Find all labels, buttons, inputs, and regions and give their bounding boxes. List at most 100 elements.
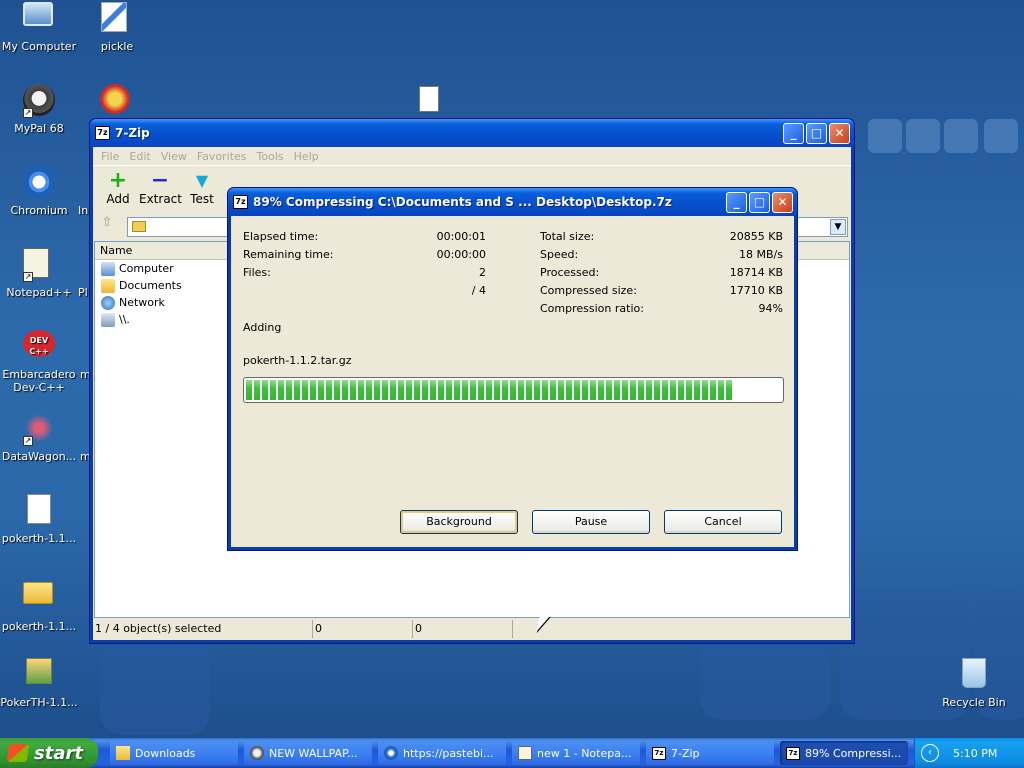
- add-label: Add: [106, 192, 130, 206]
- chromium-icon: [23, 166, 55, 198]
- menu-favorites[interactable]: Favorites: [192, 150, 252, 163]
- remaining-value: 00:00:00: [436, 248, 486, 261]
- desktop-icon-label: MyPal 68: [14, 122, 64, 135]
- minimize-button[interactable]: _: [726, 191, 747, 213]
- menu-bar: File Edit View Favorites Tools Help: [93, 147, 851, 165]
- progress-bar: [243, 377, 784, 403]
- raccoon-icon: [250, 746, 264, 760]
- menu-view[interactable]: View: [156, 150, 192, 163]
- extract-button[interactable]: − Extract: [139, 170, 182, 207]
- desktop-icon-label: pokerth-1.1...: [1, 620, 77, 633]
- desktop-icon-my-computer[interactable]: My Computer: [0, 2, 78, 53]
- notepadpp-icon: ↗: [23, 248, 55, 282]
- datawagon-icon: ↗: [23, 412, 55, 446]
- desktop-icon-devcpp[interactable]: DEV C++ Embarcadero Dev-C++: [0, 330, 78, 394]
- pause-button[interactable]: Pause: [532, 510, 650, 534]
- menu-tools[interactable]: Tools: [252, 150, 289, 163]
- elapsed-label: Elapsed time:: [243, 230, 319, 243]
- progress-bar-fill: [246, 380, 733, 400]
- menu-edit[interactable]: Edit: [124, 150, 155, 163]
- desktop-icon-pokerth-folder[interactable]: pokerth-1.1...: [0, 576, 78, 633]
- test-button[interactable]: ▼ Test: [181, 170, 223, 206]
- desktop-icon-pokerth-installer[interactable]: PokerTH-1.1...: [0, 658, 78, 709]
- folder-icon: [116, 746, 130, 760]
- remaining-label: Remaining time:: [243, 248, 334, 261]
- file-icon: [23, 494, 55, 526]
- task-label: Downloads: [135, 746, 196, 760]
- menu-file[interactable]: File: [96, 150, 124, 163]
- status-bar: 1 / 4 object(s) selected 0 0: [93, 618, 851, 640]
- text-file-icon[interactable]: [419, 86, 439, 112]
- computer-icon: [101, 261, 115, 276]
- system-tray: ‹ 5:10 PM: [914, 738, 1024, 768]
- list-item-label: Network: [119, 296, 165, 309]
- files-value: 2: [479, 266, 486, 279]
- zip-window-titlebar[interactable]: 7z 7-Zip _ □ ✕: [90, 119, 854, 147]
- tray-expand-icon[interactable]: ‹: [921, 744, 939, 762]
- operation-label: Adding: [243, 321, 282, 334]
- desktop-icon-chromium[interactable]: Chromium: [0, 166, 78, 217]
- close-button[interactable]: ✕: [829, 122, 850, 144]
- desktop-icon-label: Embarcadero Dev-C++: [2, 368, 76, 394]
- address-dropdown-button[interactable]: ▼: [830, 219, 846, 235]
- add-icon: +: [108, 168, 128, 193]
- 7zip-icon: 7z: [652, 746, 666, 760]
- up-folder-icon[interactable]: ⇧: [97, 215, 117, 233]
- desktop-icon-mypal[interactable]: ↗ MyPal 68: [0, 84, 78, 135]
- notepadpp-icon: [518, 746, 532, 760]
- start-button[interactable]: start: [0, 738, 98, 768]
- taskbar-item-compressing[interactable]: 7z 89% Compressi...: [780, 741, 908, 765]
- desktop-icon-label: Chromium: [10, 204, 68, 217]
- shortcut-arrow-icon: ↗: [23, 272, 33, 282]
- network-icon: [101, 295, 115, 310]
- elapsed-value: 00:00:01: [436, 230, 486, 243]
- taskbar-item-wallpaper[interactable]: NEW WALLPAP...: [244, 741, 372, 765]
- documents-icon: [101, 278, 115, 293]
- desktop-icon-notepadpp[interactable]: ↗ Notepad++: [0, 248, 78, 299]
- lottery-icon: [100, 84, 130, 114]
- desktop-icon-label: Notepad++: [6, 286, 72, 299]
- desktop-icon-label: pokerth-1.1...: [1, 532, 77, 545]
- taskbar-item-downloads[interactable]: Downloads: [110, 741, 238, 765]
- processed-value: 18714 KB: [729, 266, 783, 279]
- close-button[interactable]: ✕: [772, 191, 793, 213]
- menu-help[interactable]: Help: [289, 150, 324, 163]
- total-size-label: Total size:: [540, 230, 595, 243]
- progress-dialog-titlebar[interactable]: 7z 89% Compressing C:\Documents and S ..…: [228, 188, 797, 216]
- minimize-button[interactable]: _: [783, 122, 804, 144]
- speed-label: Speed:: [540, 248, 579, 261]
- progress-dialog[interactable]: 7z 89% Compressing C:\Documents and S ..…: [227, 187, 798, 551]
- taskbar-item-pastebin[interactable]: https://pastebi...: [378, 741, 506, 765]
- add-button[interactable]: + Add: [97, 168, 139, 207]
- devcpp-icon: DEV C++: [23, 330, 55, 362]
- background-button[interactable]: Background: [400, 510, 518, 534]
- compressed-size-value: 17710 KB: [729, 284, 783, 297]
- 7zip-icon: 7z: [233, 195, 248, 209]
- taskbar-item-7zip[interactable]: 7z 7-Zip: [646, 741, 774, 765]
- desktop-icon-label: pickle: [100, 40, 134, 53]
- extract-label: Extract: [139, 192, 182, 206]
- maximize-button[interactable]: □: [749, 191, 770, 213]
- list-item-label: Computer: [119, 262, 174, 275]
- compressed-size-label: Compressed size:: [540, 284, 637, 297]
- desktop-icon-recycle-bin[interactable]: Recycle Bin: [935, 658, 1013, 709]
- clock[interactable]: 5:10 PM: [953, 747, 997, 760]
- task-label: 7-Zip: [671, 746, 700, 760]
- desktop-icon-pokerth-file[interactable]: pokerth-1.1...: [0, 494, 78, 545]
- list-item-label: \\.: [119, 313, 130, 326]
- files-label: Files:: [243, 266, 271, 279]
- status-size: 0: [313, 620, 413, 638]
- wallpaper-tile: [984, 119, 1018, 153]
- taskbar-item-notepad[interactable]: new 1 - Notepa...: [512, 741, 640, 765]
- desktop-icon-datawagon[interactable]: ↗ DataWagon...: [0, 412, 78, 463]
- cancel-button[interactable]: Cancel: [664, 510, 782, 534]
- 7zip-icon: 7z: [786, 746, 800, 760]
- task-label: https://pastebi...: [403, 746, 494, 760]
- start-label: start: [34, 742, 83, 764]
- desktop-icon-partial[interactable]: Pl: [78, 84, 170, 135]
- raccoon-icon: ↗: [23, 84, 55, 118]
- maximize-button[interactable]: □: [806, 122, 827, 144]
- status-selection: 1 / 4 object(s) selected: [93, 620, 313, 638]
- desktop-icon-pickle[interactable]: pickle: [78, 2, 156, 53]
- compression-ratio-label: Compression ratio:: [540, 302, 644, 315]
